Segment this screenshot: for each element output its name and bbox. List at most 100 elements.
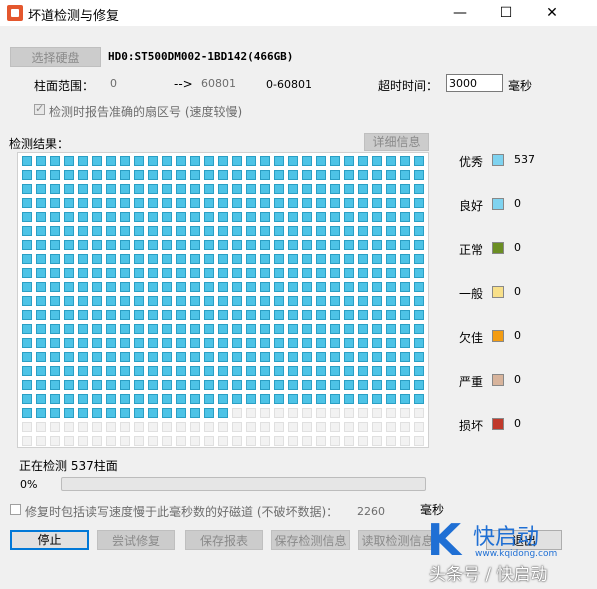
- grid-cell: [386, 226, 396, 236]
- legend-swatch: [492, 286, 504, 298]
- grid-cell: [106, 422, 116, 432]
- grid-cell: [414, 170, 424, 180]
- grid-cell: [232, 380, 242, 390]
- select-disk-button[interactable]: 选择硬盘: [10, 47, 101, 67]
- grid-cell: [344, 184, 354, 194]
- grid-cell: [92, 296, 102, 306]
- grid-cell: [22, 310, 32, 320]
- grid-cell: [246, 240, 256, 250]
- grid-cell: [106, 254, 116, 264]
- grid-cell: [64, 380, 74, 390]
- grid-cell: [288, 394, 298, 404]
- grid-cell: [162, 352, 172, 362]
- grid-cell: [274, 352, 284, 362]
- slow-track-threshold[interactable]: 2260: [357, 505, 385, 518]
- grid-cell: [330, 198, 340, 208]
- grid-cell: [288, 296, 298, 306]
- grid-cell: [330, 240, 340, 250]
- grid-cell: [372, 226, 382, 236]
- grid-cell: [288, 212, 298, 222]
- grid-cell: [64, 338, 74, 348]
- include-slow-tracks-checkbox[interactable]: [10, 504, 21, 515]
- grid-cell: [260, 338, 270, 348]
- grid-cell: [120, 198, 130, 208]
- grid-cell: [162, 436, 172, 446]
- minimize-button[interactable]: —: [437, 0, 483, 26]
- grid-cell: [246, 198, 256, 208]
- grid-cell: [78, 366, 88, 376]
- grid-cell: [134, 254, 144, 264]
- save-report-button[interactable]: 保存报表: [185, 530, 263, 550]
- timeout-input[interactable]: 3000: [446, 74, 503, 92]
- grid-cell: [344, 436, 354, 446]
- grid-cell: [344, 170, 354, 180]
- grid-cell: [204, 366, 214, 376]
- details-button[interactable]: 详细信息: [364, 133, 429, 151]
- grid-cell: [148, 296, 158, 306]
- maximize-button[interactable]: ☐: [483, 0, 529, 26]
- grid-cell: [106, 268, 116, 278]
- grid-cell: [106, 296, 116, 306]
- grid-cell: [260, 380, 270, 390]
- grid-cell: [372, 268, 382, 278]
- grid-cell: [176, 366, 186, 376]
- try-repair-button[interactable]: 尝试修复: [97, 530, 175, 550]
- grid-cell: [274, 226, 284, 236]
- grid-cell: [288, 338, 298, 348]
- grid-cell: [64, 240, 74, 250]
- grid-cell: [190, 394, 200, 404]
- grid-cell: [22, 394, 32, 404]
- grid-cell: [246, 268, 256, 278]
- grid-cell: [204, 394, 214, 404]
- grid-cell: [386, 156, 396, 166]
- grid-cell: [190, 422, 200, 432]
- grid-cell: [232, 408, 242, 418]
- grid-cell: [246, 226, 256, 236]
- stop-button[interactable]: 停止: [10, 530, 89, 550]
- grid-cell: [78, 408, 88, 418]
- grid-cell: [120, 422, 130, 432]
- grid-cell: [78, 212, 88, 222]
- grid-cell: [288, 254, 298, 264]
- grid-cell: [190, 156, 200, 166]
- grid-cell: [246, 212, 256, 222]
- grid-cell: [288, 198, 298, 208]
- grid-cell: [120, 156, 130, 166]
- grid-cell: [204, 436, 214, 446]
- grid-cell: [400, 296, 410, 306]
- grid-cell: [274, 394, 284, 404]
- grid-cell: [260, 212, 270, 222]
- grid-cell: [36, 156, 46, 166]
- grid-cell: [148, 170, 158, 180]
- grid-cell: [176, 338, 186, 348]
- grid-cell: [162, 240, 172, 250]
- grid-cell: [176, 226, 186, 236]
- grid-cell: [92, 156, 102, 166]
- grid-cell: [400, 212, 410, 222]
- grid-cell: [274, 282, 284, 292]
- grid-cell: [176, 422, 186, 432]
- close-button[interactable]: ✕: [529, 0, 575, 26]
- grid-cell: [302, 310, 312, 320]
- grid-cell: [386, 296, 396, 306]
- grid-cell: [78, 184, 88, 194]
- grid-cell: [232, 352, 242, 362]
- grid-cell: [148, 254, 158, 264]
- grid-cell: [120, 338, 130, 348]
- grid-cell: [134, 198, 144, 208]
- grid-cell: [274, 366, 284, 376]
- grid-cell: [246, 436, 256, 446]
- grid-cell: [400, 254, 410, 264]
- grid-cell: [302, 184, 312, 194]
- grid-cell: [288, 170, 298, 180]
- grid-cell: [134, 212, 144, 222]
- grid-cell: [414, 394, 424, 404]
- grid-cell: [92, 324, 102, 334]
- grid-cell: [232, 212, 242, 222]
- grid-cell: [330, 170, 340, 180]
- report-sectors-checkbox[interactable]: [34, 102, 45, 115]
- title-bar: 坏道检测与修复 — ☐ ✕: [0, 0, 597, 26]
- grid-cell: [302, 366, 312, 376]
- grid-cell: [176, 170, 186, 180]
- save-check-info-button[interactable]: 保存检测信息: [271, 530, 350, 550]
